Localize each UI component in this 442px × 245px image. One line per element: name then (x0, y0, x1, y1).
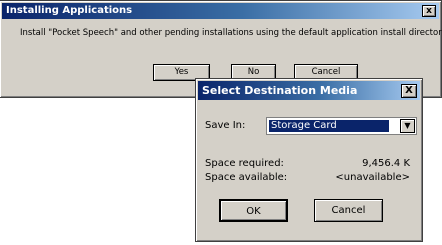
install-dialog-title: Installing Applications (6, 5, 133, 16)
ok-button[interactable]: OK (219, 199, 288, 222)
chevron-down-icon[interactable]: ▼ (400, 119, 415, 133)
save-in-select[interactable]: Storage Card ▼ (266, 117, 417, 135)
install-dialog-titlebar[interactable]: Installing Applications x (2, 3, 439, 19)
select-destination-media-dialog: Select Destination Media X Save In: Stor… (195, 78, 423, 242)
cancel-button[interactable]: Cancel (314, 199, 383, 222)
close-icon[interactable]: X (401, 84, 417, 98)
space-required-value: 9,456.4 K (362, 158, 410, 169)
save-in-label: Save In: (205, 120, 246, 131)
media-dialog-titlebar[interactable]: Select Destination Media X (198, 81, 420, 100)
space-available-label: Space available: (205, 172, 288, 183)
space-required-label: Space required: (205, 158, 284, 169)
media-dialog-title: Select Destination Media (202, 84, 358, 97)
install-prompt-message: Install "Pocket Speech" and other pendin… (20, 28, 442, 38)
close-icon[interactable]: x (422, 5, 436, 17)
save-in-selected-value[interactable]: Storage Card (269, 120, 389, 132)
space-available-value: <unavailable> (335, 172, 410, 183)
